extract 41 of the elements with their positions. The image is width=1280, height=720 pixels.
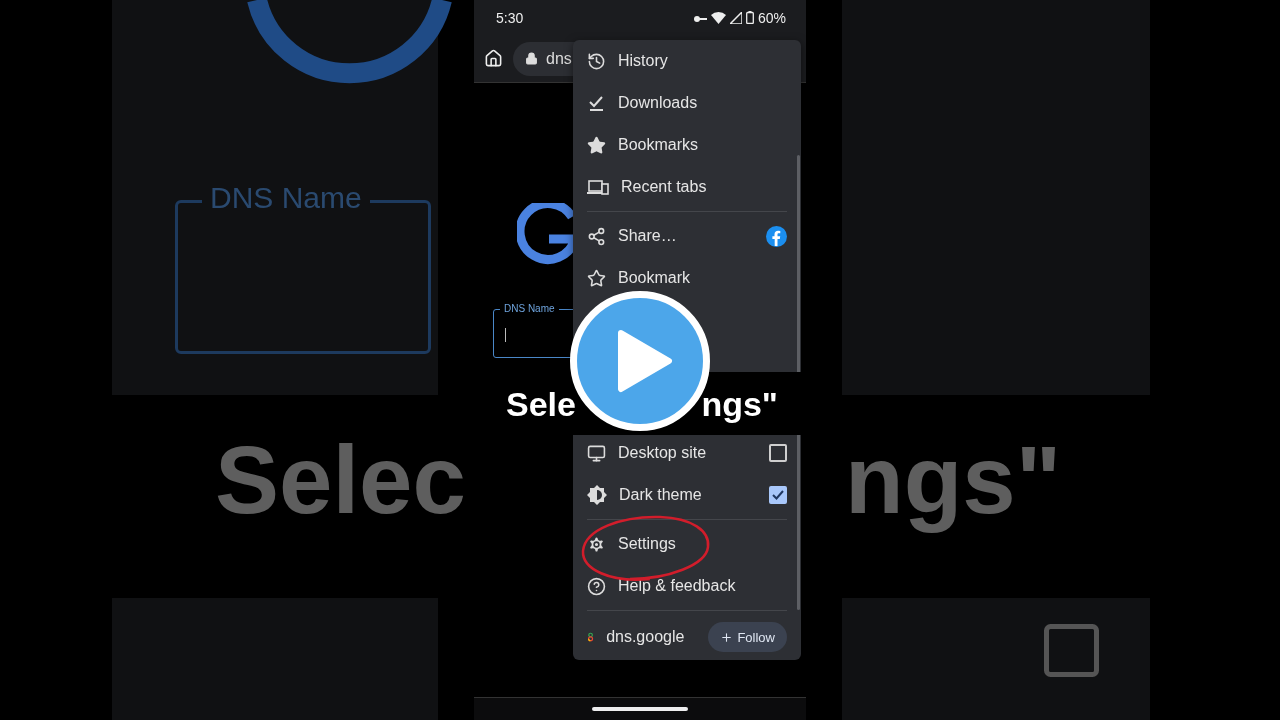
play-icon	[617, 329, 673, 393]
contrast-icon	[587, 485, 607, 505]
lock-icon	[525, 52, 538, 65]
wifi-icon	[710, 11, 726, 24]
url-text: dns	[546, 49, 572, 68]
site-name: dns.google	[606, 629, 685, 645]
menu-item[interactable]: Share…	[618, 228, 677, 244]
checkbox[interactable]	[769, 486, 787, 504]
menu-item[interactable]: Dark theme	[619, 487, 702, 503]
field-label: DNS Name	[500, 303, 559, 314]
devices-icon	[587, 177, 609, 197]
menu-item[interactable]: Recent tabs	[621, 179, 707, 195]
menu-item[interactable]: Downloads	[618, 95, 698, 111]
menu-item[interactable]: Settings	[618, 536, 676, 552]
star-outline-icon	[587, 268, 606, 288]
menu-item[interactable]: Bookmarks	[618, 137, 699, 153]
signal-icon	[729, 11, 742, 24]
checkbox-drawing	[1044, 624, 1099, 677]
menu-item[interactable]: Bookmark	[618, 270, 691, 286]
help-icon	[587, 576, 606, 596]
home-icon[interactable]	[484, 49, 503, 68]
plus-icon	[720, 630, 734, 644]
star-icon	[587, 135, 606, 155]
settings-icon	[587, 534, 606, 554]
caption-text: Sele	[506, 386, 576, 421]
menu-item[interactable]: Help & feedback	[618, 578, 736, 594]
menu-item[interactable]: History	[618, 53, 668, 69]
follow-button[interactable]: Follow	[708, 622, 787, 652]
caption-text: ngs"	[701, 386, 778, 421]
menu-item[interactable]: Desktop site	[618, 445, 707, 461]
battery-level: 60%	[757, 9, 786, 26]
backdrop-caption: ngs"	[845, 425, 1062, 535]
clock: 5:30	[496, 9, 524, 26]
backdrop-caption: Selec	[215, 425, 466, 535]
history-icon	[587, 51, 606, 71]
share-target-icon	[766, 225, 787, 247]
checkbox[interactable]	[769, 444, 787, 462]
share-icon	[587, 226, 606, 246]
monitor-icon	[587, 443, 606, 463]
battery-icon	[745, 11, 754, 24]
home-handle[interactable]	[592, 707, 688, 711]
